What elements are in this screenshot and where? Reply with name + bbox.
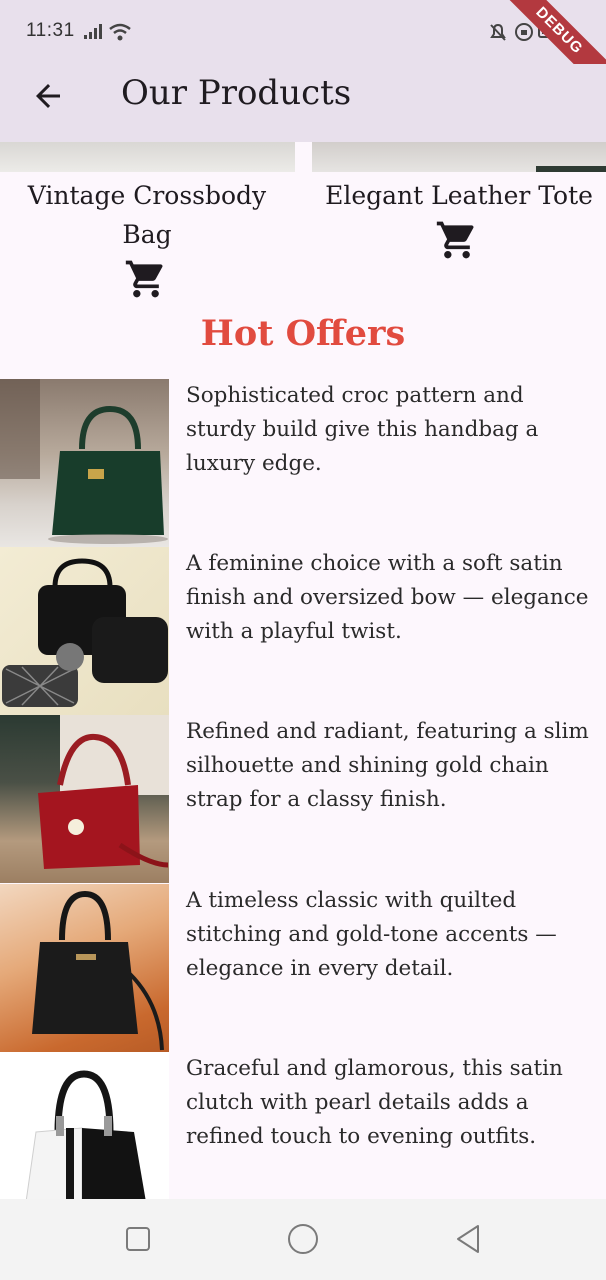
page-title: Our Products: [121, 73, 352, 113]
system-nav-bar: [0, 1199, 606, 1280]
wifi-icon: [109, 23, 131, 41]
arrow-left-icon[interactable]: [30, 78, 66, 114]
offer-image-black-white-handbag: [0, 1052, 169, 1220]
offer-description: Refined and radiant, featuring a slim si…: [186, 719, 589, 812]
offer-description: A timeless classic with quilted stitchin…: [186, 888, 557, 981]
product-image-vintage-crossbody[interactable]: [0, 142, 295, 172]
offer-item[interactable]: Sophisticated croc pattern and sturdy bu…: [0, 379, 606, 547]
offer-item[interactable]: A timeless classic with quilted stitchin…: [0, 884, 606, 1052]
offer-image-green-handbag: [0, 379, 169, 547]
mute-bell-icon: [490, 23, 506, 41]
offer-description: Graceful and glamorous, this satin clutc…: [186, 1056, 563, 1149]
offer-image-black-bag-set: [0, 547, 169, 715]
shopping-cart-icon[interactable]: [435, 218, 479, 262]
status-time: 11:31: [26, 20, 75, 41]
data-saver-icon: [515, 23, 533, 41]
offer-description: Sophisticated croc pattern and sturdy bu…: [186, 383, 539, 476]
signal-icon: [84, 24, 102, 39]
offer-image-black-classic-handbag: [0, 884, 169, 1052]
product-name-elegant-tote: Elegant Leather Tote: [325, 181, 593, 210]
offer-item[interactable]: Graceful and glamorous, this satin clutc…: [0, 1052, 606, 1220]
product-image-elegant-tote[interactable]: [312, 142, 606, 172]
hot-offers-heading: Hot Offers: [200, 313, 406, 354]
app-bar: Our Products: [0, 64, 606, 142]
triangle-back-icon[interactable]: [450, 1221, 486, 1257]
shopping-cart-icon[interactable]: [124, 257, 168, 301]
offer-item[interactable]: A feminine choice with a soft satin fini…: [0, 547, 606, 715]
circle-icon[interactable]: [285, 1221, 321, 1257]
square-icon[interactable]: [120, 1221, 156, 1257]
status-bar: 11:31 DEBUG: [0, 0, 606, 101]
product-name-vintage-crossbody: Vintage Crossbody Bag: [27, 181, 267, 249]
offer-item[interactable]: Refined and radiant, featuring a slim si…: [0, 715, 606, 883]
offer-description: A feminine choice with a soft satin fini…: [186, 551, 589, 644]
offer-image-red-handbag: [0, 715, 169, 883]
